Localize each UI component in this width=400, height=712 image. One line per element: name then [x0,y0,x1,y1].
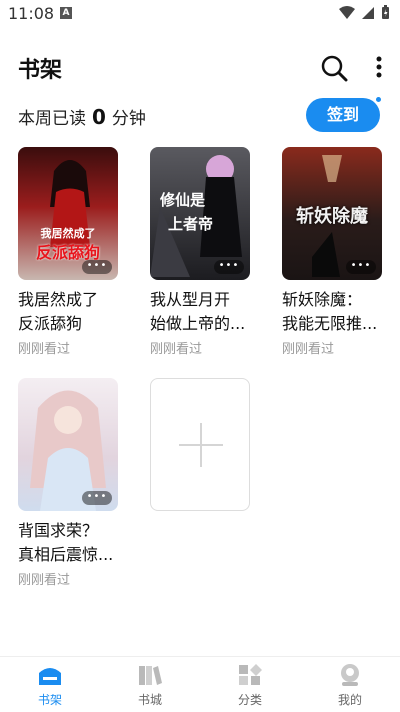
page-title: 书架 [18,58,63,83]
bottom-tab-bar: 书架 书城 分类 我的 [0,656,400,712]
cover-line1: 修仙是 [160,191,206,209]
tab-bookshelf[interactable]: 书架 [0,657,100,712]
book-title-line1: 斩妖除魔： [282,290,363,309]
tab-label: 书架 [37,693,62,707]
wifi-icon [339,5,355,19]
signin-button[interactable]: 签到 [306,96,382,132]
book-title-line2: 始做上帝的... [150,314,246,333]
book-card[interactable]: 修仙是 上者帝 ••• 我从型月开 始做上帝的... 刚刚看过 [150,147,250,357]
cover-line2: 上者帝 [168,215,214,233]
tab-label: 书城 [137,693,162,707]
book-card[interactable]: ••• 背国求荣？ 真相后震惊... 刚刚看过 [18,378,118,588]
more-vertical-icon[interactable] [370,54,388,82]
cover-line1: 斩妖除魔 [296,206,368,227]
weekly-reading-stat: 本周已读 0 分钟 [18,104,146,129]
book-title-line2: 反派舔狗 [18,314,83,333]
book-cover[interactable]: 斩妖除魔 ••• [282,147,382,280]
reading-suffix: 分钟 [111,109,146,129]
status-icons [339,5,390,20]
tab-bookstore[interactable]: 书城 [100,657,200,712]
book-title-line2: 我能无限推... [282,314,378,333]
tab-label: 我的 [337,693,362,707]
reading-minutes: 0 [92,105,106,129]
book-status: 刚刚看过 [18,573,71,588]
more-dots-icon[interactable]: ••• [82,260,112,274]
book-title-line1: 背国求荣？ [18,521,99,540]
category-icon [239,664,262,685]
book-card[interactable]: 斩妖除魔 ••• 斩妖除魔： 我能无限推... 刚刚看过 [282,147,382,357]
search-icon[interactable] [320,54,348,82]
book-cover[interactable]: 修仙是 上者帝 ••• [150,147,250,280]
book-title: 斩妖除魔： 我能无限推... [282,288,392,336]
more-dots-icon[interactable]: ••• [346,260,376,274]
tab-category[interactable]: 分类 [200,657,300,712]
tab-profile[interactable]: 我的 [300,657,400,712]
more-dots-icon[interactable]: ••• [82,491,112,505]
notification-dot [375,96,382,103]
tab-label: 分类 [237,693,262,707]
book-cover[interactable]: 我居然成了 反派舔狗 ••• [18,147,118,280]
book-status: 刚刚看过 [150,342,203,357]
plus-icon-vertical [200,423,202,467]
book-status: 刚刚看过 [282,342,335,357]
book-status: 刚刚看过 [18,342,71,357]
book-title: 我从型月开 始做上帝的... [150,288,260,336]
add-book-button[interactable] [150,378,250,511]
book-title: 背国求荣？ 真相后震惊... [18,519,128,567]
status-time: 11:08 [8,4,55,23]
more-dots-icon[interactable]: ••• [214,260,244,274]
a-letter-icon: A [60,7,72,19]
book-title: 我居然成了 反派舔狗 [18,288,128,336]
book-cover[interactable]: ••• [18,378,118,511]
book-title-line1: 我从型月开 [150,290,231,309]
battery-icon [382,5,389,19]
reading-prefix: 本周已读 [18,109,86,129]
signin-label: 签到 [326,105,359,124]
signal-icon [362,6,374,19]
bookstore-icon [139,666,162,685]
status-bar: 11:08 A [0,0,400,28]
book-title-line1: 我居然成了 [18,290,99,309]
bookshelf-icon [39,668,61,685]
profile-icon [341,664,359,686]
book-card[interactable]: 我居然成了 反派舔狗 ••• 我居然成了 反派舔狗 刚刚看过 [18,147,118,357]
book-title-line2: 真相后震惊... [18,545,114,564]
